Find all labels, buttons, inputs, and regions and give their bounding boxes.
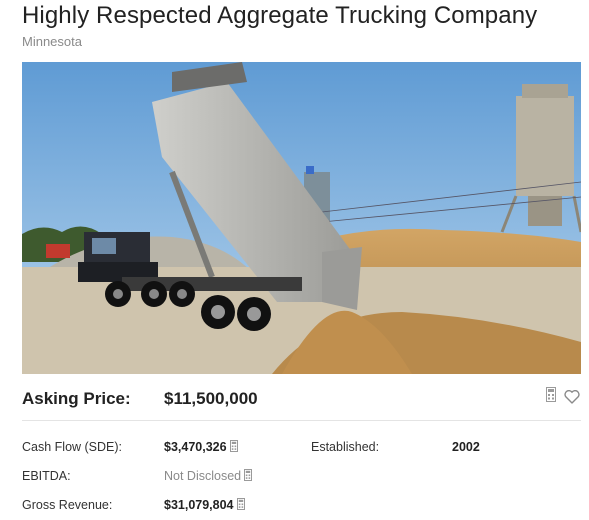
- calculator-icon[interactable]: [546, 387, 556, 407]
- ebitda-label: EBITDA:: [22, 469, 71, 483]
- established-label: Established:: [311, 440, 380, 454]
- ebitda-value: Not Disclosed: [164, 469, 242, 483]
- heart-icon[interactable]: [564, 389, 580, 409]
- asking-price-label: Asking Price:: [22, 389, 131, 408]
- calculator-icon[interactable]: [229, 440, 238, 455]
- cash-flow-label: Cash Flow (SDE):: [22, 440, 123, 454]
- divider: [22, 420, 581, 421]
- calculator-icon[interactable]: [236, 498, 245, 513]
- calculator-icon[interactable]: [244, 469, 253, 484]
- established-value: 2002: [452, 440, 480, 454]
- gross-revenue-value: $31,079,804: [164, 498, 234, 512]
- asking-price-value: $11,500,000: [164, 389, 258, 408]
- gross-revenue-row: $31,079,804: [164, 498, 245, 513]
- ebitda-row: Not Disclosed: [164, 469, 253, 484]
- listing-photo[interactable]: [22, 62, 581, 374]
- gross-revenue-label: Gross Revenue:: [22, 498, 113, 512]
- cash-flow-row: $3,470,326: [164, 440, 238, 455]
- listing-location: Minnesota: [22, 34, 82, 49]
- listing-title[interactable]: Highly Respected Aggregate Trucking Comp…: [22, 2, 537, 30]
- cash-flow-value: $3,470,326: [164, 440, 227, 454]
